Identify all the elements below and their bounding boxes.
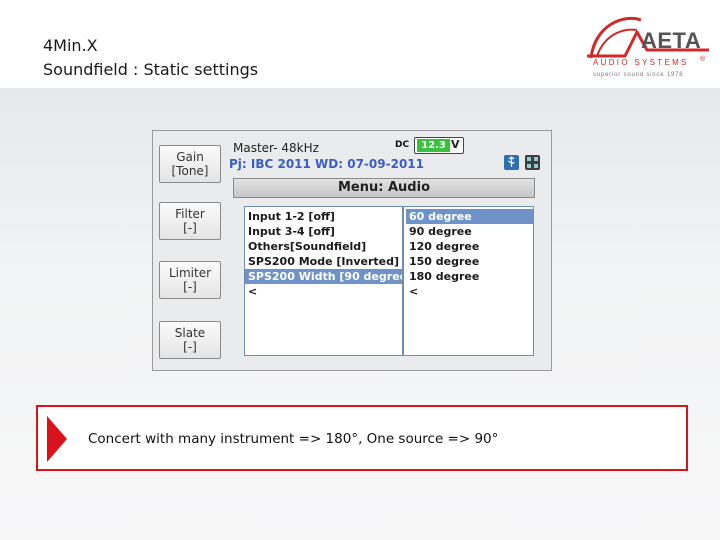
logo-subtitle: AUDIO SYSTEMS — [593, 58, 689, 67]
device-screen: Gain [Tone] Filter [-] Limiter [-] Slate… — [152, 130, 552, 371]
option-60-degree[interactable]: 60 degree — [406, 209, 533, 224]
menu-item-back[interactable]: < — [245, 284, 402, 299]
network-icon[interactable] — [525, 155, 540, 170]
note-text: Concert with many instrument => 180°, On… — [88, 431, 499, 447]
dc-voltage-value: 12.3 — [417, 139, 450, 152]
dc-voltage-unit: V — [451, 138, 460, 151]
menu-item-input-3-4[interactable]: Input 3-4 [off] — [245, 224, 402, 239]
project-info: Pj: IBC 2011 WD: 07-09-2011 — [229, 157, 424, 171]
slide-title-line-2: Soundfield : Static settings — [43, 60, 259, 79]
slate-button-label: Slate — [174, 326, 206, 340]
logo-name: AETA — [641, 28, 702, 53]
option-90-degree[interactable]: 90 degree — [406, 224, 533, 239]
limiter-button-label: Limiter — [168, 266, 212, 280]
limiter-button[interactable]: Limiter [-] — [159, 261, 221, 299]
dc-label: DC — [395, 140, 410, 150]
dc-voltage-indicator: 12.3 V — [414, 137, 464, 154]
menu-item-input-1-2[interactable]: Input 1-2 [off] — [245, 209, 402, 224]
gain-button[interactable]: Gain [Tone] — [159, 145, 221, 183]
width-options-list: 60 degree 90 degree 120 degree 150 degre… — [406, 207, 533, 355]
network-icon-glyph — [527, 157, 538, 168]
usb-icon[interactable] — [504, 155, 519, 170]
menu-item-sps200-mode[interactable]: SPS200 Mode [Inverted] — [245, 254, 402, 269]
gain-button-label: Gain — [176, 150, 204, 164]
filter-button[interactable]: Filter [-] — [159, 202, 221, 240]
slide-title-line-1: 4Min.X — [43, 36, 98, 55]
aeta-logo: AETA AUDIO SYSTEMS ® superior sound sinc… — [585, 10, 713, 82]
filter-button-value: [-] — [183, 221, 197, 235]
slate-button[interactable]: Slate [-] — [159, 321, 221, 359]
option-150-degree[interactable]: 150 degree — [406, 254, 533, 269]
logo-registered-mark: ® — [700, 56, 706, 63]
note-arrow-icon — [47, 416, 67, 462]
gain-button-value: [Tone] — [171, 164, 209, 178]
option-back[interactable]: < — [406, 284, 533, 299]
menu-items-list: Input 1-2 [off] Input 3-4 [off] Others[S… — [245, 207, 404, 355]
menu-item-sps200-width[interactable]: SPS200 Width [90 degree] — [245, 269, 402, 284]
slate-button-value: [-] — [183, 340, 197, 354]
menu-title: Menu: Audio — [233, 178, 535, 198]
usb-icon-glyph — [508, 156, 515, 167]
option-180-degree[interactable]: 180 degree — [406, 269, 533, 284]
option-120-degree[interactable]: 120 degree — [406, 239, 533, 254]
slide-title: 4Min.X Soundfield : Static settings — [43, 34, 258, 82]
menu-list-panel: Input 1-2 [off] Input 3-4 [off] Others[S… — [244, 206, 534, 356]
menu-item-others[interactable]: Others[Soundfield] — [245, 239, 402, 254]
note-box: Concert with many instrument => 180°, On… — [36, 405, 688, 471]
master-sample-rate: Master- 48kHz — [233, 141, 319, 155]
logo-tagline: superior sound since 1978 — [593, 72, 684, 78]
limiter-button-value: [-] — [183, 280, 197, 294]
filter-button-label: Filter — [175, 207, 205, 221]
